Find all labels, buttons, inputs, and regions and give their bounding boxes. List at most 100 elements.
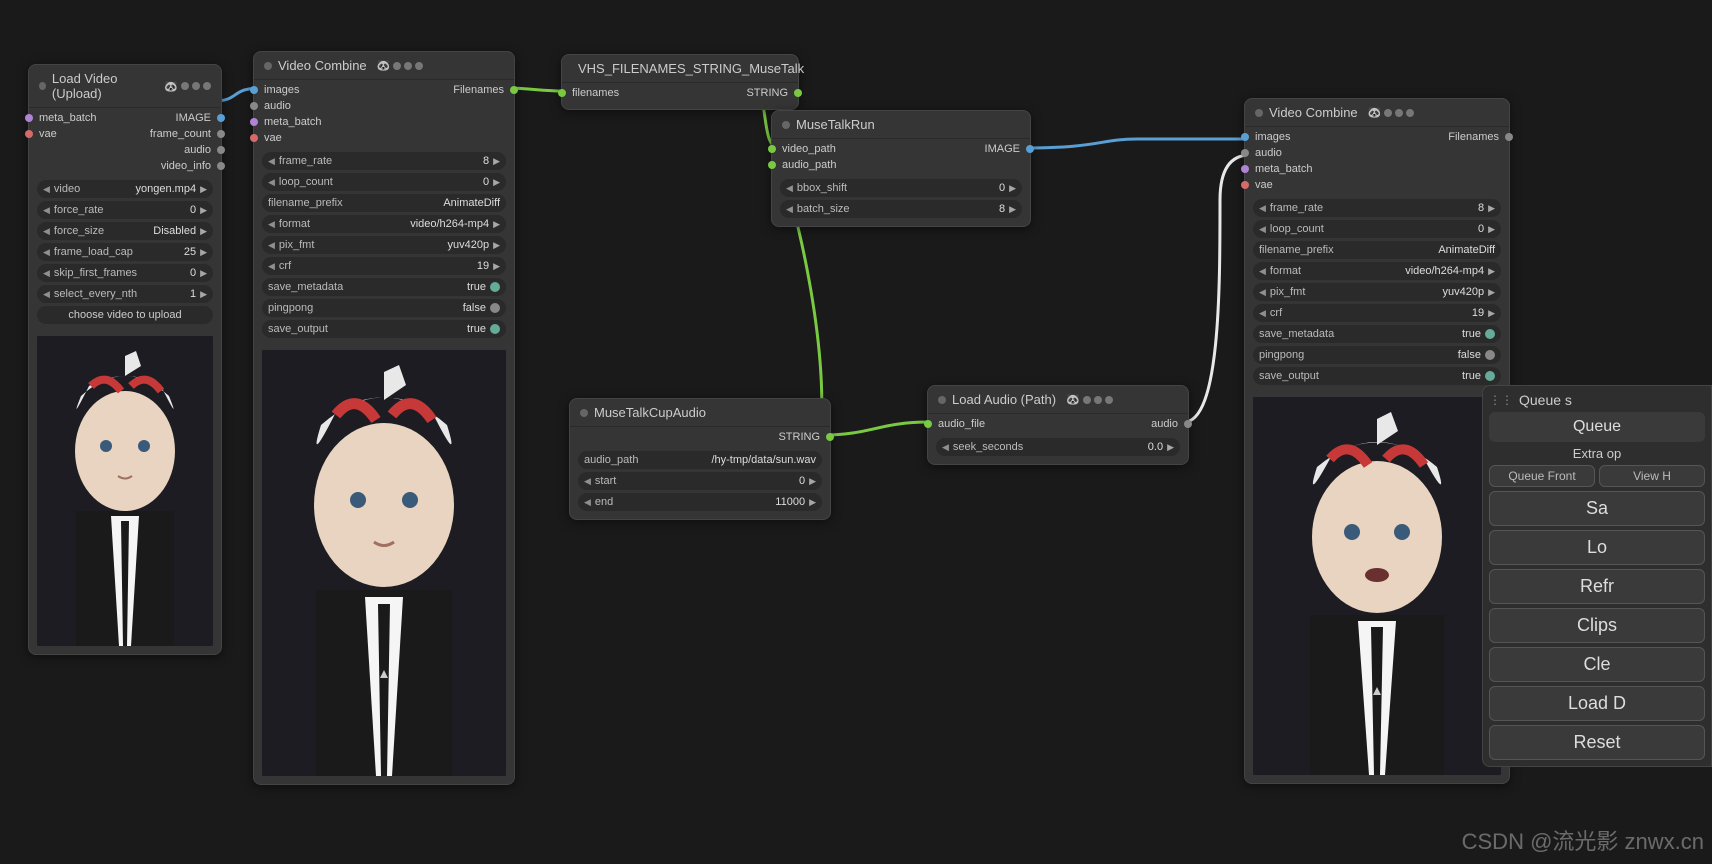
queue-s-label: Queue s [1519, 392, 1572, 408]
collapse-icon[interactable] [938, 396, 946, 404]
node-title: Video Combine [278, 58, 367, 73]
node-title: Load Audio (Path) [952, 392, 1056, 407]
node-title: MuseTalkRun [796, 117, 875, 132]
port-filenames[interactable]: Filenames [1448, 131, 1499, 143]
widget-bbox-shift[interactable]: ◀bbox_shift0▶ [780, 179, 1022, 197]
port-frame-count[interactable]: frame_count [150, 128, 211, 140]
port-video-info[interactable]: video_info [161, 160, 211, 172]
port-images[interactable]: images [1255, 131, 1290, 143]
refresh-button[interactable]: Refr [1489, 569, 1705, 604]
node-title-bar[interactable]: Video Combine 🐼 [254, 52, 514, 80]
watermark: CSDN @流光影 znwx.cn [1462, 824, 1704, 856]
node-title: VHS_FILENAMES_STRING_MuseTalk [578, 61, 804, 76]
load-default-button[interactable]: Load D [1489, 686, 1705, 721]
widget-force-size[interactable]: ◀force_sizeDisabled▶ [37, 222, 213, 240]
widget-crf[interactable]: ◀crf19▶ [1253, 304, 1501, 322]
node-header-icons: 🐼 [377, 59, 424, 72]
widget-loop-count[interactable]: ◀loop_count0▶ [1253, 220, 1501, 238]
view-h-button[interactable]: View H [1599, 465, 1705, 487]
widget-audio-path[interactable]: audio_path/hy-tmp/data/sun.wav [578, 451, 822, 469]
port-vae[interactable]: vae [39, 128, 57, 140]
load-button[interactable]: Lo [1489, 530, 1705, 565]
widget-format[interactable]: ◀formatvideo/h264-mp4▶ [1253, 262, 1501, 280]
node-header-icons: 🐼 [1368, 106, 1415, 119]
widget-skip-first-frames[interactable]: ◀skip_first_frames0▶ [37, 264, 213, 282]
port-audio-file[interactable]: audio_file [938, 418, 985, 430]
widget-frame-rate[interactable]: ◀frame_rate8▶ [1253, 199, 1501, 217]
queue-button[interactable]: Queue [1489, 412, 1705, 442]
widget-video[interactable]: ◀videoyongen.mp4▶ [37, 180, 213, 198]
port-filenames[interactable]: filenames [572, 87, 619, 99]
widget-pix-fmt[interactable]: ◀pix_fmtyuv420p▶ [1253, 283, 1501, 301]
widget-save-metadata[interactable]: save_metadatatrue [1253, 325, 1501, 343]
collapse-icon[interactable] [782, 121, 790, 129]
node-title-bar[interactable]: Load Audio (Path) 🐼 [928, 386, 1188, 414]
port-meta-batch[interactable]: meta_batch [39, 112, 96, 124]
node-title-bar[interactable]: Load Video (Upload) 🐼 [29, 65, 221, 108]
node-title-bar[interactable]: MuseTalkRun [772, 111, 1030, 139]
widget-crf[interactable]: ◀crf19▶ [262, 257, 506, 275]
widget-filename-prefix[interactable]: filename_prefixAnimateDiff [1253, 241, 1501, 259]
node-title-bar[interactable]: Video Combine 🐼 [1245, 99, 1509, 127]
node-title: MuseTalkCupAudio [594, 405, 706, 420]
node-video-combine-1[interactable]: Video Combine 🐼 images Filenames audio me… [253, 51, 515, 785]
node-title-bar[interactable]: VHS_FILENAMES_STRING_MuseTalk [562, 55, 798, 83]
port-image[interactable]: IMAGE [176, 112, 211, 124]
clear-button[interactable]: Cle [1489, 647, 1705, 682]
collapse-icon[interactable] [1255, 109, 1263, 117]
reset-button[interactable]: Reset [1489, 725, 1705, 760]
port-meta-batch[interactable]: meta_batch [1255, 163, 1312, 175]
node-load-audio[interactable]: Load Audio (Path) 🐼 audio_file audio ◀see… [927, 385, 1189, 465]
node-video-combine-2[interactable]: Video Combine 🐼 images Filenames audio me… [1244, 98, 1510, 784]
widget-pix-fmt[interactable]: ◀pix_fmtyuv420p▶ [262, 236, 506, 254]
widget-select-every-nth[interactable]: ◀select_every_nth1▶ [37, 285, 213, 303]
collapse-icon[interactable] [580, 409, 588, 417]
widget-start[interactable]: ◀start0▶ [578, 472, 822, 490]
node-load-video[interactable]: Load Video (Upload) 🐼 meta_batch IMAGE va… [28, 64, 222, 655]
widget-pingpong[interactable]: pingpongfalse [1253, 346, 1501, 364]
widget-filename-prefix[interactable]: filename_prefixAnimateDiff [262, 194, 506, 212]
port-audio[interactable]: audio [184, 144, 211, 156]
widget-format[interactable]: ◀formatvideo/h264-mp4▶ [262, 215, 506, 233]
save-button[interactable]: Sa [1489, 491, 1705, 526]
port-string[interactable]: STRING [778, 431, 820, 443]
widget-frame-load-cap[interactable]: ◀frame_load_cap25▶ [37, 243, 213, 261]
port-filenames[interactable]: Filenames [453, 84, 504, 96]
port-audio[interactable]: audio [1255, 147, 1282, 159]
widget-force-rate[interactable]: ◀force_rate0▶ [37, 201, 213, 219]
node-title-bar[interactable]: MuseTalkCupAudio [570, 399, 830, 427]
node-musetalk-run[interactable]: MuseTalkRun video_path IMAGE audio_path ◀… [771, 110, 1031, 227]
port-audio[interactable]: audio [264, 100, 291, 112]
widget-end[interactable]: ◀end11000▶ [578, 493, 822, 511]
port-string[interactable]: STRING [746, 87, 788, 99]
port-vae[interactable]: vae [1255, 179, 1273, 191]
clipspace-button[interactable]: Clips [1489, 608, 1705, 643]
node-musetalk-cupaudio[interactable]: MuseTalkCupAudio STRING audio_path/hy-tm… [569, 398, 831, 520]
choose-video-button[interactable]: choose video to upload [37, 306, 213, 324]
widget-pingpong[interactable]: pingpongfalse [262, 299, 506, 317]
widget-frame-rate[interactable]: ◀frame_rate8▶ [262, 152, 506, 170]
widget-loop-count[interactable]: ◀loop_count0▶ [262, 173, 506, 191]
widget-seek-seconds[interactable]: ◀seek_seconds0.0▶ [936, 438, 1180, 456]
port-audio-path[interactable]: audio_path [782, 159, 836, 171]
port-video-path[interactable]: video_path [782, 143, 836, 155]
node-title: Video Combine [1269, 105, 1358, 120]
widget-batch-size[interactable]: ◀batch_size8▶ [780, 200, 1022, 218]
port-image[interactable]: IMAGE [985, 143, 1020, 155]
node-vhs-filenames[interactable]: VHS_FILENAMES_STRING_MuseTalk filenames S… [561, 54, 799, 110]
port-audio[interactable]: audio [1151, 418, 1178, 430]
side-panel[interactable]: ⋮⋮ Queue s Queue Extra op Queue Front Vi… [1482, 385, 1712, 767]
queue-front-button[interactable]: Queue Front [1489, 465, 1595, 487]
collapse-icon[interactable] [39, 82, 46, 90]
grip-icon[interactable]: ⋮⋮ [1489, 393, 1513, 407]
collapse-icon[interactable] [264, 62, 272, 70]
node-header-icons: 🐼 [164, 80, 211, 93]
video-preview [1253, 397, 1501, 775]
widget-save-metadata[interactable]: save_metadatatrue [262, 278, 506, 296]
port-images[interactable]: images [264, 84, 299, 96]
video-preview [262, 350, 506, 776]
widget-save-output[interactable]: save_outputtrue [262, 320, 506, 338]
widget-save-output[interactable]: save_outputtrue [1253, 367, 1501, 385]
port-meta-batch[interactable]: meta_batch [264, 116, 321, 128]
port-vae[interactable]: vae [264, 132, 282, 144]
